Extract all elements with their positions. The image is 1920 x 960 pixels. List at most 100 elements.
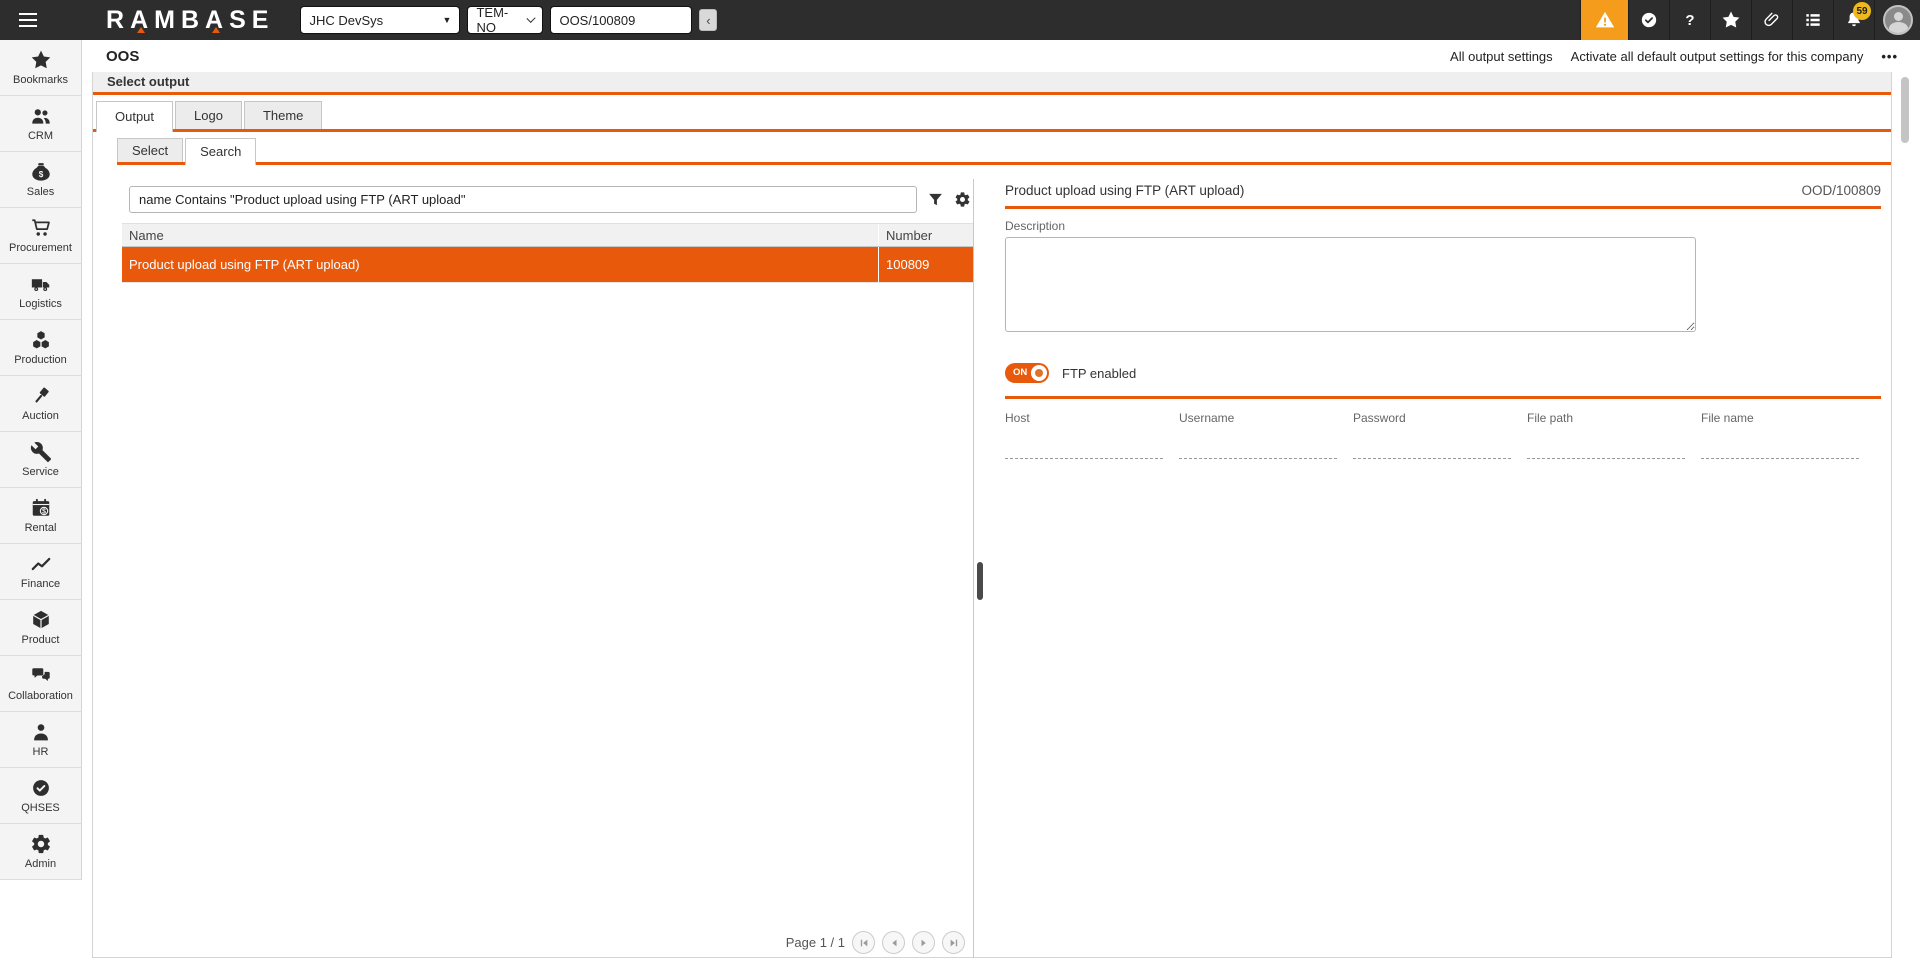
- column-header-number[interactable]: Number: [878, 224, 973, 246]
- environment-select[interactable]: JHC DevSys ▼: [300, 6, 460, 34]
- warning-button[interactable]: [1580, 0, 1628, 40]
- svg-text:$: $: [42, 509, 46, 516]
- field-label: Username: [1179, 411, 1353, 425]
- results-table-header: Name Number: [122, 223, 973, 247]
- sidebar-item-logistics[interactable]: Logistics: [0, 264, 81, 320]
- sidebar-item-auction[interactable]: Auction: [0, 376, 81, 432]
- chevron-down-icon: [527, 14, 536, 23]
- avatar: [1883, 5, 1913, 35]
- sidebar-item-crm[interactable]: CRM: [0, 96, 81, 152]
- approval-button[interactable]: [1628, 0, 1669, 40]
- tab-theme[interactable]: Theme: [244, 101, 322, 129]
- page-header: OOS All output settings Activate all def…: [82, 40, 1920, 72]
- host-input[interactable]: [1005, 447, 1163, 459]
- scrollbar-thumb[interactable]: [1901, 77, 1909, 143]
- toggle-knob: [1031, 365, 1047, 381]
- sidebar-item-label: QHSES: [21, 802, 60, 814]
- sidebar-item-collaboration[interactable]: Collaboration: [0, 656, 81, 712]
- user-menu-button[interactable]: [1874, 0, 1920, 40]
- favorites-button[interactable]: [1710, 0, 1751, 40]
- more-options-icon[interactable]: •••: [1881, 49, 1898, 64]
- sidebar-item-label: Auction: [22, 410, 59, 422]
- page-label: Page 1 / 1: [786, 935, 845, 950]
- calendar-dollar-icon: $: [30, 497, 52, 519]
- tab-search[interactable]: Search: [185, 138, 256, 165]
- users-icon: [30, 105, 52, 127]
- previous-page-button[interactable]: [882, 931, 905, 954]
- star-icon: [30, 49, 52, 71]
- tab-select[interactable]: Select: [117, 138, 183, 162]
- attachments-button[interactable]: [1751, 0, 1792, 40]
- file-name-input[interactable]: [1701, 447, 1859, 459]
- detail-title: Product upload using FTP (ART upload): [1005, 183, 1244, 198]
- filter-button[interactable]: [927, 191, 944, 208]
- wrench-icon: [30, 441, 52, 463]
- sidebar-item-label: Admin: [25, 858, 56, 870]
- detail-panel: Product upload using FTP (ART upload) OO…: [1005, 183, 1881, 958]
- sidebar-item-hr[interactable]: HR: [0, 712, 81, 768]
- sub-tab-bar: Select Search: [117, 138, 1891, 165]
- caret-down-icon: ▼: [443, 15, 452, 25]
- sidebar-item-bookmarks[interactable]: Bookmarks: [0, 40, 81, 96]
- select-output-section: Select output Output Logo Theme Select S…: [92, 72, 1892, 958]
- sidebar-item-procurement[interactable]: Procurement: [0, 208, 81, 264]
- sidebar-item-label: HR: [33, 746, 49, 758]
- hamburger-menu-icon[interactable]: [0, 0, 56, 40]
- field-label: File path: [1527, 411, 1701, 425]
- page-title: OOS: [106, 48, 139, 65]
- sidebar-item-finance[interactable]: Finance: [0, 544, 81, 600]
- activate-defaults-link[interactable]: Activate all default output settings for…: [1571, 49, 1864, 64]
- star-icon: [1721, 10, 1741, 30]
- person-icon: [30, 721, 52, 743]
- file-path-input[interactable]: [1527, 447, 1685, 459]
- notifications-button[interactable]: 59: [1833, 0, 1874, 40]
- sidebar-item-sales[interactable]: $ Sales: [0, 152, 81, 208]
- help-icon: ?: [1685, 12, 1694, 29]
- ftp-field-filepath: File path: [1527, 411, 1701, 459]
- document-reference: OOD/100809: [1801, 183, 1881, 198]
- column-header-name[interactable]: Name: [122, 228, 878, 243]
- tab-logo[interactable]: Logo: [175, 101, 242, 129]
- company-select[interactable]: TEM-NO: [467, 6, 543, 34]
- back-button[interactable]: ‹: [699, 9, 717, 31]
- last-page-button[interactable]: [942, 931, 965, 954]
- search-input[interactable]: [129, 186, 917, 213]
- sidebar-item-product[interactable]: Product: [0, 600, 81, 656]
- truck-icon: [30, 273, 52, 295]
- ftp-field-filename: File name: [1701, 411, 1875, 459]
- svg-text:$: $: [38, 170, 43, 179]
- tab-output[interactable]: Output: [96, 101, 173, 132]
- password-input[interactable]: [1353, 447, 1511, 459]
- sidebar-item-qhses[interactable]: QHSES: [0, 768, 81, 824]
- panel-splitter[interactable]: [977, 562, 983, 600]
- sidebar-item-rental[interactable]: $ Rental: [0, 488, 81, 544]
- gear-icon: [954, 191, 971, 208]
- gear-icon: [30, 833, 52, 855]
- task-list-button[interactable]: [1792, 0, 1833, 40]
- warning-icon: [1594, 9, 1616, 31]
- first-page-button[interactable]: [852, 931, 875, 954]
- program-id-input[interactable]: [559, 13, 683, 28]
- description-label: Description: [1005, 219, 1881, 233]
- sidebar-item-service[interactable]: Service: [0, 432, 81, 488]
- next-page-button[interactable]: [912, 931, 935, 954]
- sidebar-item-label: Sales: [27, 186, 55, 198]
- search-settings-button[interactable]: [954, 191, 971, 208]
- field-label: Password: [1353, 411, 1527, 425]
- toggle-state-label: ON: [1013, 367, 1027, 378]
- table-row[interactable]: Product upload using FTP (ART upload) 10…: [122, 247, 973, 283]
- username-input[interactable]: [1179, 447, 1337, 459]
- help-button[interactable]: ?: [1669, 0, 1710, 40]
- sidebar-item-production[interactable]: Production: [0, 320, 81, 376]
- header-actions: All output settings Activate all default…: [1450, 49, 1898, 64]
- sidebar-item-label: Procurement: [9, 242, 72, 254]
- environment-select-value: JHC DevSys: [309, 13, 383, 28]
- description-textarea[interactable]: [1005, 237, 1696, 332]
- topbar-icons: ?: [1580, 0, 1920, 40]
- ftp-enabled-toggle[interactable]: ON: [1005, 363, 1049, 383]
- sidebar-item-label: Production: [14, 354, 67, 366]
- sidebar-item-label: Rental: [25, 522, 57, 534]
- all-output-settings-link[interactable]: All output settings: [1450, 49, 1553, 64]
- sidebar-item-admin[interactable]: Admin: [0, 824, 81, 880]
- field-label: File name: [1701, 411, 1875, 425]
